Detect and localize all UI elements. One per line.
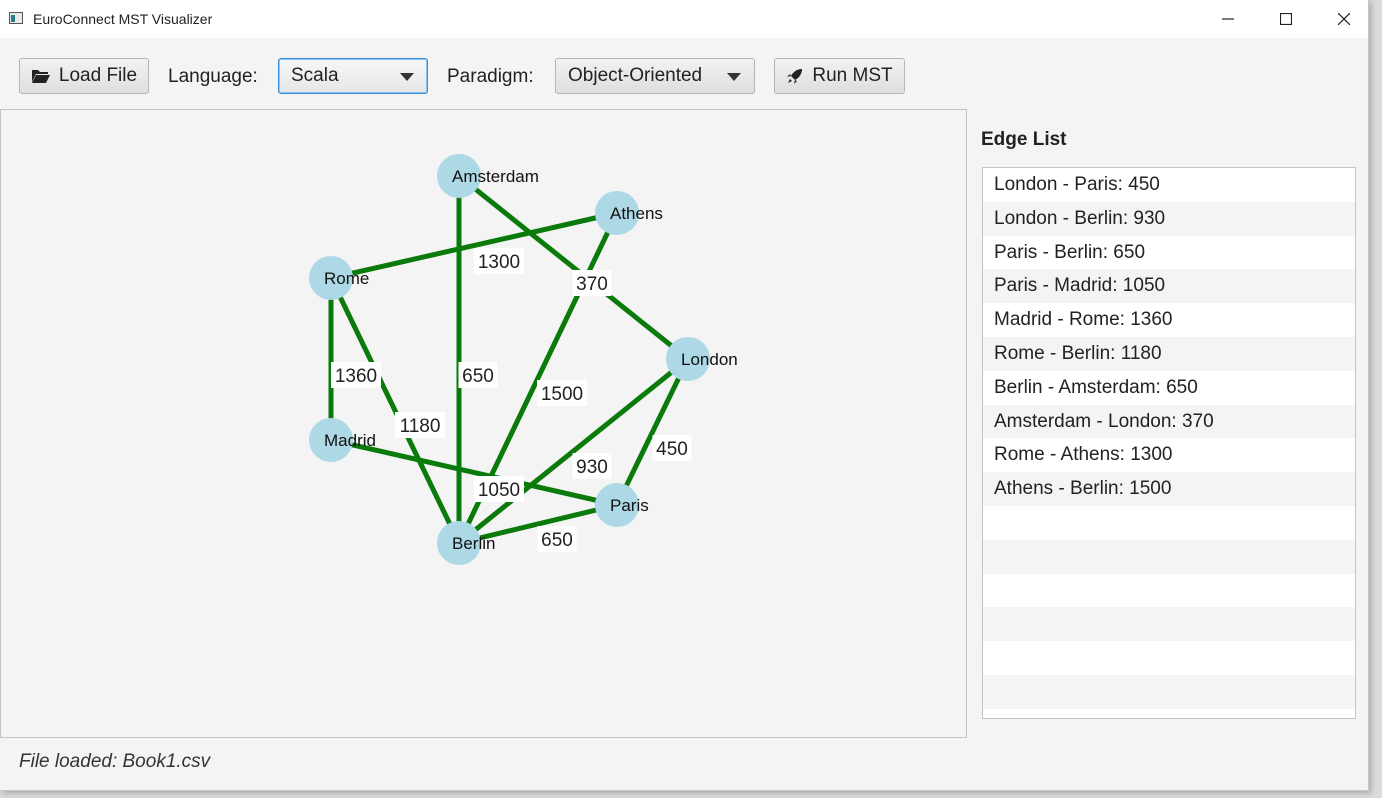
edge-list[interactable]: London - Paris: 450 London - Berlin: 930 P… <box>982 167 1356 719</box>
status-text: File loaded: Book1.csv <box>19 751 211 772</box>
maximize-button[interactable] <box>1257 0 1315 38</box>
minimize-icon <box>1222 18 1234 20</box>
close-button[interactable] <box>1315 0 1373 38</box>
paradigm-select[interactable]: Object-Oriented <box>555 58 755 94</box>
app-window: EuroConnect MST Visualizer Load File Lan… <box>0 0 1369 791</box>
edge-weight-paris-berlin: 650 <box>541 530 573 551</box>
node-label-madrid: Madrid <box>324 431 376 450</box>
edge-list-empty-row <box>983 574 1355 608</box>
language-label: Language: <box>168 66 258 87</box>
edge-list-item[interactable]: Rome - Athens: 1300 <box>983 438 1355 472</box>
window-title: EuroConnect MST Visualizer <box>33 11 213 27</box>
language-select[interactable]: Scala <box>278 58 428 94</box>
folder-open-icon <box>31 70 50 83</box>
run-mst-button[interactable]: Run MST <box>774 58 905 94</box>
edge-list-item[interactable]: Paris - Madrid: 1050 <box>983 269 1355 304</box>
edge-list-item[interactable]: Rome - Berlin: 1180 <box>983 336 1355 371</box>
node-label-rome: Rome <box>324 269 369 288</box>
edge-list-empty-row <box>983 674 1355 709</box>
edge-list-title: Edge List <box>981 129 1067 150</box>
edge-weight-paris-madrid: 1050 <box>478 480 520 501</box>
maximize-icon <box>1280 13 1292 25</box>
language-value: Scala <box>291 65 339 86</box>
edge-list-empty-row <box>983 641 1355 675</box>
node-label-berlin: Berlin <box>452 534 495 553</box>
edge-list-item[interactable]: Paris - Berlin: 650 <box>983 236 1355 270</box>
chevron-down-icon <box>727 73 741 81</box>
edge-list-item[interactable]: Berlin - Amsterdam: 650 <box>983 371 1355 405</box>
edge-weight-london-paris: 450 <box>656 439 688 460</box>
edge-list-item[interactable]: Athens - Berlin: 1500 <box>983 472 1355 506</box>
edge-list-item[interactable]: Amsterdam - London: 370 <box>983 404 1355 439</box>
load-file-label: Load File <box>58 65 138 86</box>
edge-weight-rome-athens: 1300 <box>478 252 520 273</box>
edge-rome-berlin <box>328 276 462 545</box>
graph-svg: Amsterdam Athens Rome London Madrid Paris Berl… <box>309 154 738 565</box>
node-label-london: London <box>681 350 738 369</box>
node-label-paris: Paris <box>610 496 649 515</box>
title-bar[interactable]: EuroConnect MST Visualizer <box>0 0 1368 38</box>
edge-weight-madrid-rome: 1360 <box>335 366 377 387</box>
edge-weight-athens-berlin: 1500 <box>541 384 583 405</box>
edge-weight-amsterdam-london: 370 <box>576 274 608 295</box>
run-mst-label: Run MST <box>812 65 893 86</box>
node-label-amsterdam: Amsterdam <box>452 167 539 186</box>
minimize-button[interactable] <box>1199 0 1257 38</box>
chevron-down-icon <box>400 73 414 81</box>
edge-list-item[interactable]: London - Berlin: 930 <box>983 201 1355 236</box>
edge-list-empty-row <box>983 607 1355 642</box>
load-file-button[interactable]: Load File <box>19 58 149 94</box>
edge-list-empty-row <box>983 539 1355 574</box>
edge-weight-rome-berlin: 1180 <box>400 416 441 437</box>
edge-weight-berlin-amsterdam: 650 <box>462 366 494 387</box>
graph-canvas[interactable]: Amsterdam Athens Rome London Madrid Paris Berl… <box>0 109 967 738</box>
node-label-athens: Athens <box>610 204 663 223</box>
paradigm-value: Object-Oriented <box>568 65 703 86</box>
close-icon <box>1338 13 1350 25</box>
toolbar: Load File Language: Scala Paradigm: Obje… <box>0 38 1368 110</box>
edge-london-paris <box>614 357 691 507</box>
paradigm-label: Paradigm: <box>447 66 534 87</box>
app-icon <box>9 12 23 24</box>
edge-weight-london-berlin: 930 <box>576 457 608 478</box>
rocket-icon <box>787 69 803 84</box>
edge-list-empty-row <box>983 506 1355 540</box>
edge-list-item[interactable]: Madrid - Rome: 1360 <box>983 303 1355 337</box>
edge-list-item[interactable]: London - Paris: 450 <box>983 168 1355 202</box>
